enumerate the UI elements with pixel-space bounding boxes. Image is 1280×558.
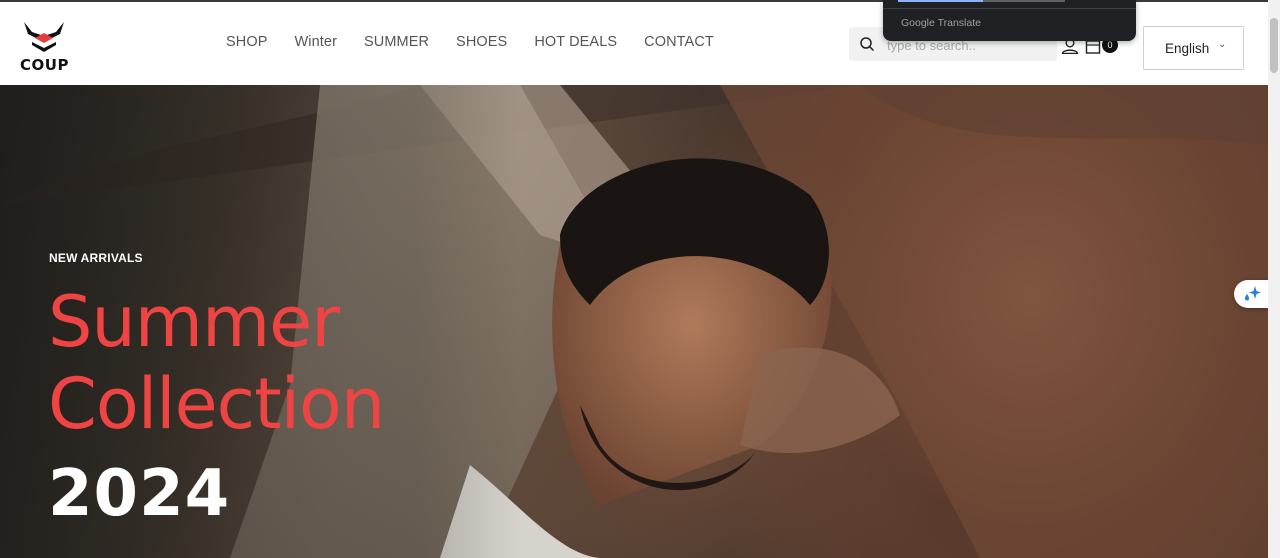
brand-logo[interactable]: COUP	[20, 20, 68, 76]
brand-name: COUP	[20, 56, 69, 74]
nav-item-shoes[interactable]: SHOES	[456, 34, 507, 50]
hero-headline: Summer Collection	[48, 281, 385, 445]
chevron-down-icon: ⌄	[1218, 39, 1227, 50]
bull-logo-icon	[24, 22, 64, 52]
sparkle-icon	[1245, 286, 1261, 301]
nav-item-shop[interactable]: SHOP	[226, 34, 268, 50]
translate-tab-divider	[983, 0, 1065, 2]
scrollbar-thumb[interactable]	[1270, 18, 1278, 73]
nav-item-contact[interactable]: CONTACT	[644, 34, 714, 50]
nav-item-summer[interactable]: SUMMER	[364, 34, 429, 50]
assistant-float-button[interactable]	[1234, 280, 1268, 308]
hero-year: 2024	[48, 457, 231, 531]
hero-banner: NEW ARRIVALS Summer Collection 2024	[0, 85, 1268, 558]
hero-headline-line2: Collection	[48, 363, 385, 445]
search-icon[interactable]	[859, 36, 875, 52]
google-translate-popup: Google Translate	[883, 0, 1136, 41]
hero-headline-line1: Summer	[48, 281, 340, 363]
nav-item-hot-deals[interactable]: HOT DEALS	[534, 34, 617, 50]
page-scrollbar[interactable]	[1268, 0, 1280, 558]
main-nav: SHOP Winter SUMMER SHOES HOT DEALS CONTA…	[226, 34, 741, 50]
nav-item-winter[interactable]: Winter	[295, 34, 338, 50]
translate-separator	[883, 8, 1136, 9]
hero-eyebrow: NEW ARRIVALS	[49, 251, 143, 265]
google-translate-label: Google Translate	[901, 17, 981, 29]
translate-tab-indicator	[898, 0, 983, 2]
language-selected: English	[1165, 41, 1210, 56]
language-select[interactable]: English ⌄	[1143, 26, 1244, 70]
